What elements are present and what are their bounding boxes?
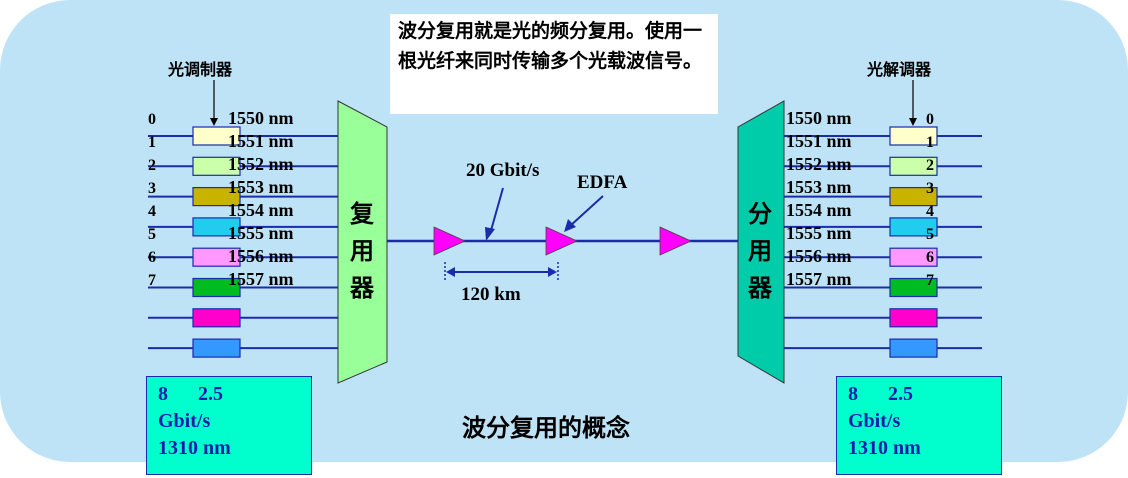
callout-text: 波分复用就是光的频分复用。使用一根光纤来同时传输多个光载波信号。 bbox=[398, 20, 703, 72]
right-channel-index-7: 7 bbox=[926, 272, 934, 289]
right-channel-index-1: 1 bbox=[926, 134, 934, 151]
left-wavelength-5: 1555 nm bbox=[228, 223, 294, 243]
left-info-box: 8 2.5 Gbit/s 1310 nm bbox=[146, 376, 312, 475]
left-channel-box-7 bbox=[192, 338, 241, 358]
right-channel-box-7 bbox=[889, 338, 938, 358]
left-wavelength-6: 1556 nm bbox=[228, 246, 294, 266]
demux-label-char-3: 器 bbox=[747, 274, 773, 302]
right-channel-box-6 bbox=[889, 308, 938, 328]
right-wavelength-5: 1555 nm bbox=[786, 223, 852, 243]
left-channel-index-1: 1 bbox=[148, 134, 156, 151]
left-wavelength-7: 1557 nm bbox=[228, 269, 294, 289]
right-wavelength-2: 1552 nm bbox=[786, 154, 852, 174]
left-box-count: 8 bbox=[158, 383, 168, 405]
left-box-wavelength: 1310 nm bbox=[158, 437, 231, 459]
right-channel-index-4: 4 bbox=[926, 203, 934, 220]
mux-label-char-2: 用 bbox=[350, 237, 374, 265]
right-channel-index-2: 2 bbox=[926, 157, 934, 174]
left-box-rate: 2.5 bbox=[198, 383, 223, 405]
right-wavelength-7: 1557 nm bbox=[786, 269, 852, 289]
right-channel-index-5: 5 bbox=[926, 226, 934, 243]
right-wavelength-1: 1551 nm bbox=[786, 131, 852, 151]
left-channel-box-6 bbox=[192, 308, 241, 328]
right-wavelength-6: 1556 nm bbox=[786, 246, 852, 266]
left-channel-index-7: 7 bbox=[148, 272, 156, 289]
demux-label-char-2: 用 bbox=[748, 237, 772, 265]
right-info-box: 8 2.5 Gbit/s 1310 nm bbox=[836, 376, 1002, 475]
left-channel-index-0: 0 bbox=[148, 111, 156, 128]
demux-label-char-1: 分 bbox=[748, 200, 772, 228]
right-box-unit: Gbit/s bbox=[848, 410, 901, 432]
link-rate-label: 20 Gbit/s bbox=[466, 160, 539, 181]
left-channel-index-2: 2 bbox=[148, 157, 156, 174]
callout-box: 波分复用就是光的频分复用。使用一根光纤来同时传输多个光载波信号。 bbox=[390, 14, 718, 114]
left-channel-index-4: 4 bbox=[148, 203, 156, 220]
mux-label-char-3: 器 bbox=[349, 274, 375, 302]
right-wavelength-3: 1553 nm bbox=[786, 177, 852, 197]
diagram-caption: 波分复用的概念 bbox=[462, 414, 630, 442]
right-wavelength-0: 1550 nm bbox=[786, 108, 852, 128]
right-channel-index-0: 0 bbox=[926, 111, 934, 128]
left-channel-index-3: 3 bbox=[148, 180, 156, 197]
right-channel-index-6: 6 bbox=[926, 249, 934, 266]
left-wavelength-0: 1550 nm bbox=[228, 108, 294, 128]
right-box-wavelength: 1310 nm bbox=[848, 437, 921, 459]
left-channel-index-6: 6 bbox=[148, 249, 156, 266]
span-label: 120 km bbox=[461, 284, 521, 305]
left-channel-index-5: 5 bbox=[148, 226, 156, 243]
right-box-rate: 2.5 bbox=[888, 383, 913, 405]
left-wavelength-2: 1552 nm bbox=[228, 154, 294, 174]
modulator-label: 光调制器 bbox=[167, 60, 233, 79]
left-wavelength-4: 1554 nm bbox=[228, 200, 294, 220]
left-wavelength-1: 1551 nm bbox=[228, 131, 294, 151]
edfa-label: EDFA bbox=[577, 172, 628, 193]
right-box-count: 8 bbox=[848, 383, 858, 405]
right-wavelength-4: 1554 nm bbox=[786, 200, 852, 220]
demodulator-label: 光解调器 bbox=[866, 60, 932, 79]
mux-label-char-1: 复 bbox=[349, 200, 375, 228]
left-box-unit: Gbit/s bbox=[158, 410, 211, 432]
right-channel-index-3: 3 bbox=[926, 180, 934, 197]
left-wavelength-3: 1553 nm bbox=[228, 177, 294, 197]
